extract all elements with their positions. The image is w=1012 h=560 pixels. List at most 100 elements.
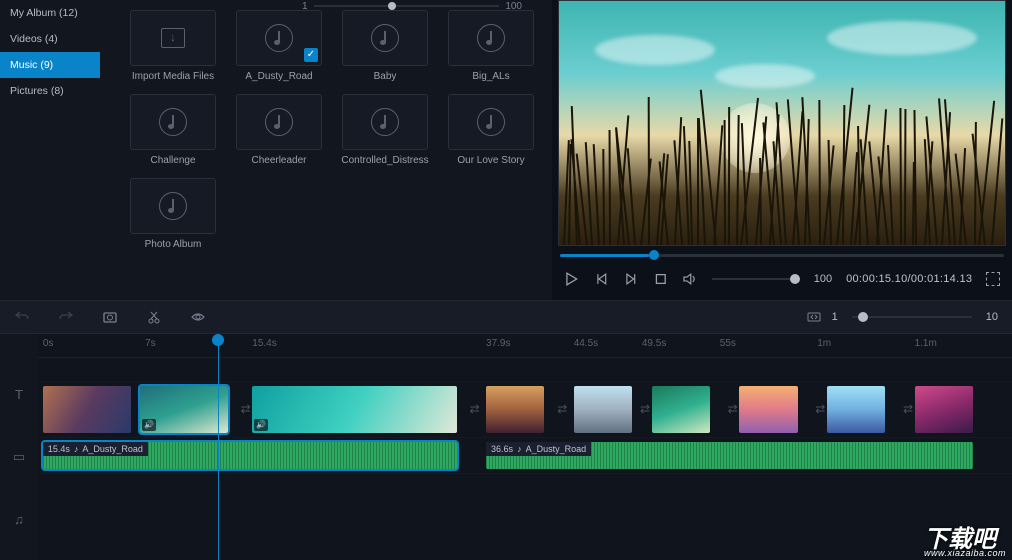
- prev-frame-button[interactable]: [594, 271, 610, 287]
- time-ruler[interactable]: 0s7s15.4s37.9s44.5s49.5s55s1m1.1m: [38, 334, 1012, 358]
- video-clip[interactable]: [652, 386, 710, 433]
- text-track[interactable]: [38, 358, 1012, 382]
- sidebar-item-music[interactable]: Music (9): [0, 52, 100, 78]
- music-note-icon[interactable]: [236, 10, 322, 66]
- volume-slider[interactable]: [712, 278, 800, 280]
- ruler-mark: 1m: [817, 338, 831, 349]
- media-sidebar: My Album (12) Videos (4) Music (9) Pictu…: [0, 0, 100, 300]
- media-tile-music[interactable]: Our Love Story: [448, 94, 534, 166]
- fit-button[interactable]: [806, 309, 822, 325]
- music-note-icon[interactable]: [448, 94, 534, 150]
- app-root: My Album (12) Videos (4) Music (9) Pictu…: [0, 0, 1012, 560]
- import-icon[interactable]: [130, 10, 216, 66]
- transition-icon[interactable]: ⇄: [900, 402, 916, 418]
- preview-timecode: 00:00:15.10/00:01:14.13: [846, 273, 972, 285]
- media-tile-label: Challenge: [150, 155, 195, 166]
- redo-button[interactable]: [58, 309, 74, 325]
- fullscreen-button[interactable]: [986, 272, 1000, 286]
- ruler-mark: 0s: [43, 338, 54, 349]
- video-clip[interactable]: [43, 386, 131, 433]
- media-tile-music[interactable]: Big_ALs: [448, 10, 534, 82]
- crop-button[interactable]: [190, 309, 206, 325]
- preview-viewport[interactable]: [558, 0, 1006, 246]
- next-frame-button[interactable]: [623, 271, 639, 287]
- media-tile-label: Import Media Files: [132, 71, 214, 82]
- import-media-tile[interactable]: Import Media Files: [130, 10, 216, 82]
- music-note-icon[interactable]: [130, 94, 216, 150]
- audio-clip-label: 36.6s ♪ A_Dusty_Road: [486, 442, 591, 456]
- timeline-body[interactable]: 0s7s15.4s37.9s44.5s49.5s55s1m1.1m 🔊🔊⇄⇄⇄⇄…: [38, 334, 1012, 560]
- timeline: T ▭ ♫ 0s7s15.4s37.9s44.5s49.5s55s1m1.1m …: [0, 334, 1012, 560]
- music-note-icon[interactable]: [448, 10, 534, 66]
- media-grid: Import Media Files A_Dusty_Road Baby Big_AL…: [130, 10, 542, 250]
- media-tile-label: Photo Album: [145, 239, 202, 250]
- volume-value: 100: [814, 273, 832, 285]
- zoom-min: 1: [832, 311, 838, 323]
- clip-audio-icon: 🔊: [142, 419, 156, 431]
- video-clip[interactable]: [574, 386, 632, 433]
- media-tile-label: Cheerleader: [251, 155, 306, 166]
- transition-icon[interactable]: ⇄: [467, 402, 483, 418]
- media-tile-music[interactable]: Controlled_Distress: [342, 94, 428, 166]
- ruler-mark: 15.4s: [252, 338, 276, 349]
- ruler-mark: 7s: [145, 338, 156, 349]
- stop-button[interactable]: [653, 271, 669, 287]
- media-tile-label: Big_ALs: [472, 71, 509, 82]
- playhead[interactable]: [218, 334, 219, 560]
- audio-clip[interactable]: 15.4s ♪ A_Dusty_Road: [43, 442, 457, 469]
- undo-button[interactable]: [14, 309, 30, 325]
- zoom-max: 10: [986, 311, 998, 323]
- timeline-toolbar: 1 10: [0, 300, 1012, 334]
- transition-icon[interactable]: ⇄: [812, 402, 828, 418]
- play-button[interactable]: [564, 271, 580, 287]
- text-track-icon: T: [15, 387, 23, 402]
- sidebar-item-videos[interactable]: Videos (4): [0, 26, 100, 52]
- media-tile-music[interactable]: Baby: [342, 10, 428, 82]
- snapshot-button[interactable]: [102, 309, 118, 325]
- sidebar-item-pictures[interactable]: Pictures (8): [0, 78, 100, 104]
- audio-track[interactable]: 15.4s ♪ A_Dusty_Road 36.6s ♪ A_Dusty_Road: [38, 438, 1012, 474]
- audio-track-icon: ♫: [14, 512, 24, 527]
- music-note-icon[interactable]: [342, 94, 428, 150]
- ruler-mark: 55s: [720, 338, 736, 349]
- media-panel: 1 100 Import Media FilesA_Dusty_RoadBaby…: [100, 0, 552, 300]
- preview-controls: 100 00:00:15.10/00:01:14.13: [558, 264, 1006, 294]
- volume-icon[interactable]: [682, 271, 698, 287]
- media-tile-label: A_Dusty_Road: [245, 71, 312, 82]
- transition-icon[interactable]: ⇄: [238, 402, 254, 418]
- music-note-icon[interactable]: [130, 178, 216, 234]
- track-headers: T ▭ ♫: [0, 334, 38, 560]
- video-clip[interactable]: [486, 386, 544, 433]
- media-tile-music[interactable]: Cheerleader: [236, 94, 322, 166]
- video-clip[interactable]: [915, 386, 973, 433]
- zoom-slider[interactable]: [852, 316, 972, 318]
- music-note-icon[interactable]: [236, 94, 322, 150]
- audio-clip-label: 15.4s ♪ A_Dusty_Road: [43, 442, 148, 456]
- video-clip[interactable]: 🔊: [252, 386, 457, 433]
- media-tile-label: Our Love Story: [457, 155, 524, 166]
- ruler-mark: 37.9s: [486, 338, 510, 349]
- sidebar-item-album[interactable]: My Album (12): [0, 0, 100, 26]
- split-button[interactable]: [146, 309, 162, 325]
- media-tile-music[interactable]: A_Dusty_Road: [236, 10, 322, 82]
- video-track[interactable]: 🔊🔊⇄⇄⇄⇄⇄⇄⇄: [38, 382, 1012, 438]
- top-pane: My Album (12) Videos (4) Music (9) Pictu…: [0, 0, 1012, 300]
- transition-icon[interactable]: ⇄: [637, 402, 653, 418]
- music-note-icon[interactable]: [342, 10, 428, 66]
- video-clip[interactable]: [739, 386, 797, 433]
- ruler-mark: 44.5s: [574, 338, 598, 349]
- ruler-mark: 1.1m: [915, 338, 937, 349]
- thumb-size-track[interactable]: [314, 5, 500, 7]
- video-track-icon: ▭: [13, 449, 25, 465]
- media-tile-music[interactable]: Photo Album: [130, 178, 216, 250]
- preview-panel: 100 00:00:15.10/00:01:14.13: [552, 0, 1012, 300]
- media-tile-label: Baby: [374, 71, 397, 82]
- audio-clip[interactable]: 36.6s ♪ A_Dusty_Road: [486, 442, 973, 469]
- video-clip[interactable]: 🔊: [140, 386, 228, 433]
- preview-seekbar[interactable]: [558, 246, 1006, 264]
- transition-icon[interactable]: ⇄: [554, 402, 570, 418]
- media-tile-label: Controlled_Distress: [341, 155, 428, 166]
- transition-icon[interactable]: ⇄: [725, 402, 741, 418]
- video-clip[interactable]: [827, 386, 885, 433]
- media-tile-music[interactable]: Challenge: [130, 94, 216, 166]
